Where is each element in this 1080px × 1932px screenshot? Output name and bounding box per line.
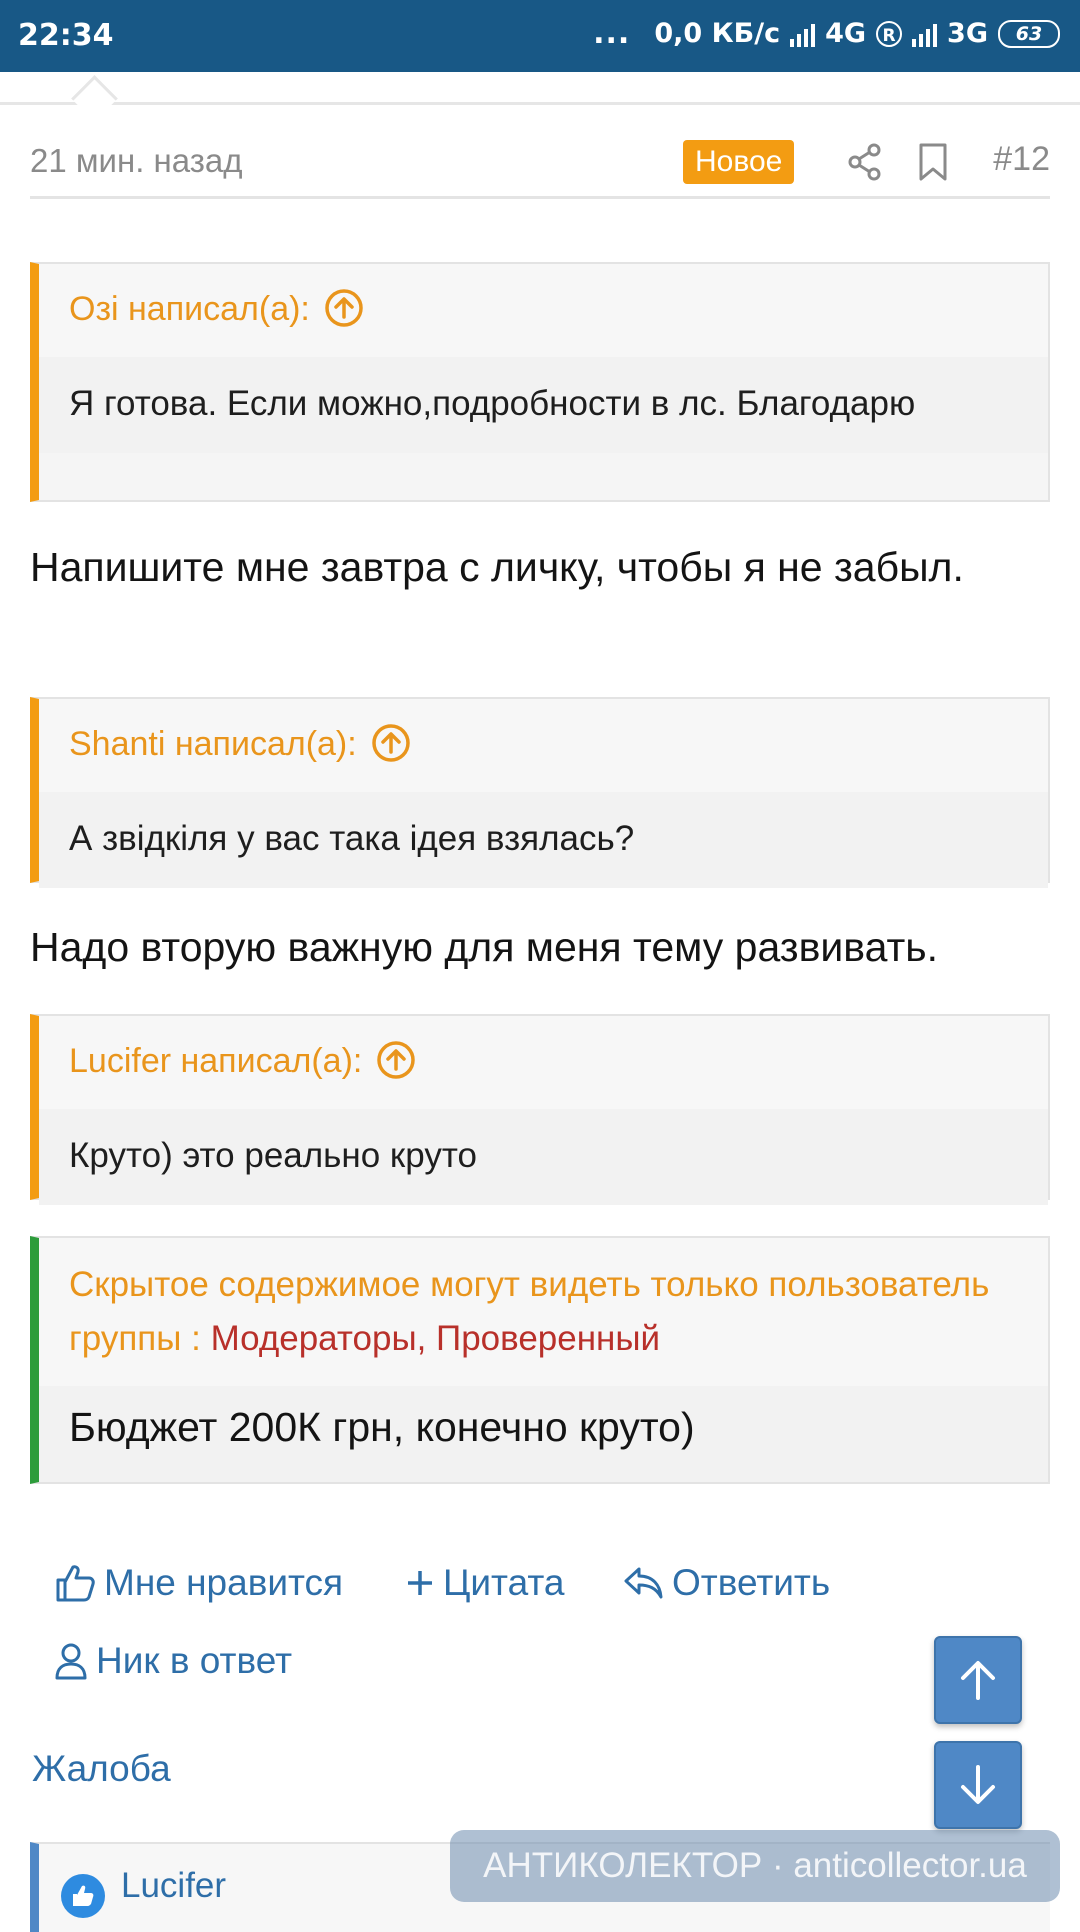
share-icon[interactable] bbox=[845, 142, 885, 187]
signal-icon bbox=[790, 21, 816, 47]
post-number[interactable]: #12 bbox=[993, 140, 1050, 179]
network-type-2: 3G bbox=[947, 18, 988, 49]
divider bbox=[0, 102, 1080, 105]
roaming-icon: R bbox=[876, 20, 903, 47]
hidden-content-block: Скрытое содержимое могут видеть только п… bbox=[30, 1236, 1050, 1484]
quote-header[interactable]: Озі написал(а): bbox=[39, 264, 1048, 357]
notification-dots: ... bbox=[593, 16, 631, 51]
like-label: Мне нравится bbox=[104, 1562, 344, 1603]
watermark: АНТИКОЛЕКТОР · anticollector.ua bbox=[450, 1830, 1060, 1902]
plus-icon bbox=[408, 1571, 432, 1595]
quote-block: Lucifer написал(а): Круто) это реально к… bbox=[30, 1014, 1050, 1205]
report-link[interactable]: Жалоба bbox=[32, 1748, 171, 1790]
like-reaction-icon bbox=[61, 1874, 105, 1918]
quote-text: А звідкіля у вас така ідея взялась? bbox=[39, 792, 1048, 888]
status-time: 22:34 bbox=[18, 18, 114, 53]
signal-icon-2 bbox=[912, 21, 938, 47]
scroll-down-button[interactable] bbox=[934, 1741, 1022, 1829]
post-text: Напишите мне завтра с личку, чтобы я не … bbox=[30, 544, 964, 590]
go-to-quote-icon[interactable] bbox=[371, 723, 411, 772]
battery-icon: 63 bbox=[998, 19, 1060, 48]
pointer-notch bbox=[71, 75, 118, 122]
quote-block: Shanti написал(а): А звідкіля у вас така… bbox=[30, 697, 1050, 888]
post-time: 21 мин. назад bbox=[30, 142, 243, 179]
status-bar: 22:34 ... 0,0 КБ/с 4G R 3G 63 bbox=[0, 0, 1080, 72]
new-badge: Новое bbox=[683, 140, 795, 184]
liked-by-user[interactable]: Lucifer bbox=[121, 1866, 226, 1906]
scroll-up-button[interactable] bbox=[934, 1636, 1022, 1724]
post-meta: 21 мин. назад Новое #12 bbox=[30, 134, 1050, 190]
thumbs-up-icon bbox=[56, 1565, 95, 1602]
user-icon bbox=[55, 1643, 87, 1680]
network-type-1: 4G bbox=[825, 18, 867, 49]
quote-author[interactable]: Озі написал(а): bbox=[69, 290, 310, 329]
report-label: Жалоба bbox=[32, 1748, 171, 1789]
go-to-quote-icon[interactable] bbox=[376, 1040, 416, 1089]
quote-label: Цитата bbox=[443, 1562, 565, 1603]
quote-text: Круто) это реально круто bbox=[39, 1109, 1048, 1205]
hidden-content-notice: Скрытое содержимое могут видеть только п… bbox=[39, 1238, 1048, 1386]
quote-header[interactable]: Shanti написал(а): bbox=[39, 699, 1048, 792]
arrow-down-icon bbox=[961, 1765, 995, 1804]
quote-author[interactable]: Shanti написал(а): bbox=[69, 725, 357, 764]
quote-header[interactable]: Lucifer написал(а): bbox=[39, 1016, 1048, 1109]
network-speed: 0,0 КБ/с bbox=[654, 18, 781, 49]
quote-author[interactable]: Lucifer написал(а): bbox=[69, 1042, 362, 1081]
like-button[interactable]: Мне нравится bbox=[54, 1562, 343, 1604]
quote-block: Озі написал(а): Я готова. Если можно,под… bbox=[30, 262, 1050, 502]
post-text: Надо вторую важную для меня тему развива… bbox=[30, 924, 939, 970]
arrow-up-icon bbox=[961, 1661, 995, 1700]
reply-label: Ответить bbox=[672, 1562, 831, 1603]
bookmark-icon[interactable] bbox=[915, 142, 951, 187]
status-indicators: ... 0,0 КБ/с 4G R 3G 63 bbox=[593, 16, 1060, 51]
reply-button[interactable]: Ответить bbox=[622, 1562, 830, 1604]
nick-reply-button[interactable]: Ник в ответ bbox=[54, 1640, 292, 1682]
go-to-quote-icon[interactable] bbox=[324, 288, 364, 337]
divider bbox=[30, 196, 1050, 199]
hidden-content-text: Бюджет 200К грн, конечно круто) bbox=[39, 1386, 1048, 1482]
hidden-groups: Модераторы, Проверенный bbox=[210, 1319, 661, 1358]
reply-icon bbox=[624, 1567, 663, 1599]
nick-reply-label: Ник в ответ bbox=[96, 1640, 293, 1681]
quote-text: Я готова. Если можно,подробности в лс. Б… bbox=[39, 357, 1048, 453]
quote-button[interactable]: Цитата bbox=[405, 1562, 564, 1604]
